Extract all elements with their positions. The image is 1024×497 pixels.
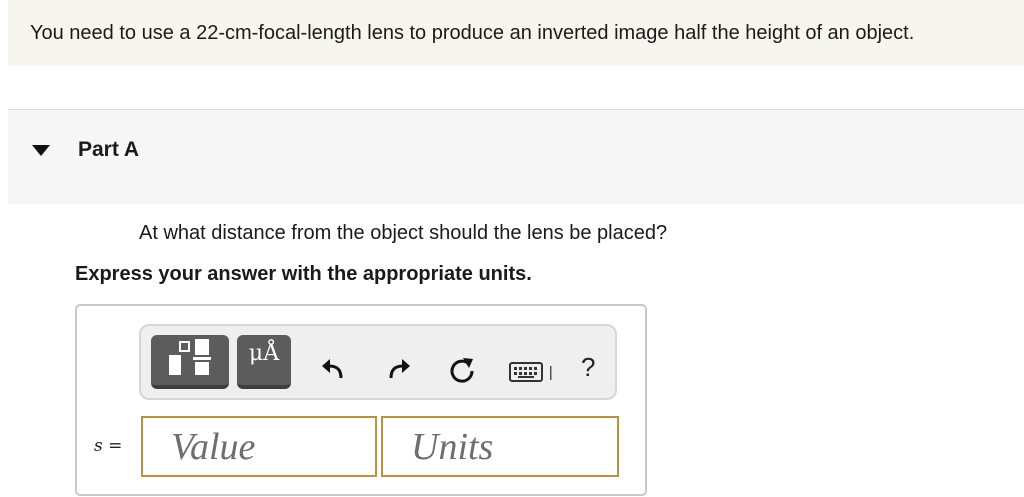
undo-icon[interactable] [319, 356, 347, 384]
units-button[interactable]: μÅ [237, 335, 291, 389]
variable-symbol: s [94, 436, 103, 456]
problem-statement: You need to use a 22-cm-focal-length len… [8, 0, 1024, 66]
variable-label: s = [94, 436, 122, 456]
question-text: At what distance from the object should … [139, 222, 668, 244]
units-icon: μÅ [248, 341, 280, 366]
part-header[interactable]: Part A [8, 110, 1024, 204]
math-toolbar: μÅ ? [139, 324, 617, 400]
templates-button[interactable] [151, 335, 229, 389]
part-title: Part A [78, 138, 140, 161]
keyboard-icon[interactable] [509, 360, 559, 384]
redo-icon[interactable] [385, 356, 413, 384]
reset-icon[interactable] [447, 356, 477, 386]
units-input[interactable] [381, 416, 619, 477]
help-icon[interactable]: ? [581, 352, 595, 383]
templates-icon [169, 339, 211, 375]
instruction-text: Express your answer with the appropriate… [75, 263, 532, 285]
answer-box: μÅ ? s = Value Units [75, 304, 647, 496]
value-input[interactable] [141, 416, 377, 477]
equals-sign: = [108, 436, 123, 456]
collapse-triangle-icon[interactable] [32, 145, 50, 156]
